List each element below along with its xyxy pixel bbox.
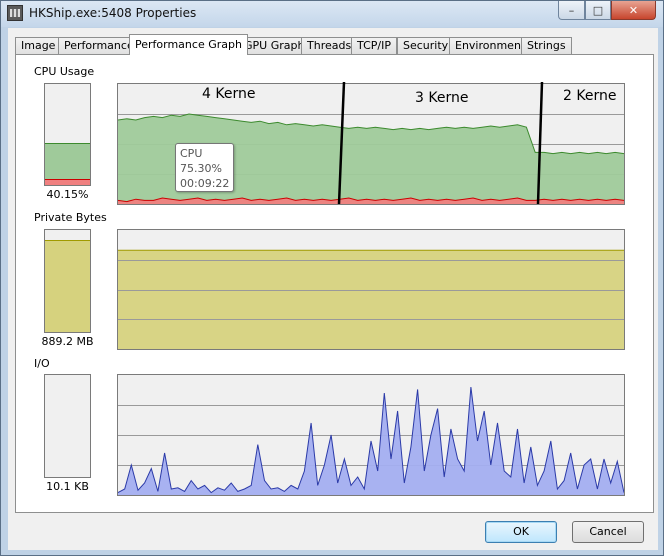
io-graph-plot [118,386,624,495]
cpu-usage-meter [44,83,91,186]
ok-button[interactable]: OK [485,521,557,543]
private-bytes-meter [44,229,91,333]
private-bytes-area [118,250,624,349]
cpu-usage-label: CPU Usage [34,65,95,78]
window-title: HKShip.exe:5408 Properties [29,6,197,20]
cpu-meter-kernel-fill [45,178,90,185]
tab-environment[interactable]: Environment [449,37,532,54]
annotation-4-cores: 4 Kerne [202,86,256,102]
app-icon [7,5,23,21]
close-button[interactable]: ✕ [611,1,656,20]
annotation-2-cores: 2 Kerne [563,88,617,104]
minimize-button[interactable]: – [558,1,585,20]
io-meter [44,374,91,478]
properties-window: HKShip.exe:5408 Properties – □ ✕ Image P… [0,0,664,556]
tab-security[interactable]: Security [397,37,455,54]
io-label: I/O [34,357,50,370]
cpu-tooltip: CPU 75.30% 00:09:22 [175,143,234,192]
private-bytes-graph-plot [118,249,624,349]
tooltip-time: 00:09:22 [180,177,230,190]
cancel-button[interactable]: Cancel [572,521,644,543]
tab-strings[interactable]: Strings [521,37,572,54]
io-graph [117,374,625,496]
tab-performance-graph[interactable]: Performance Graph [129,34,248,55]
tab-tcpip[interactable]: TCP/IP [351,37,397,54]
tab-performance[interactable]: Performance [58,37,140,54]
tab-threads[interactable]: Threads [301,37,358,54]
io-value: 10.1 KB [46,480,89,493]
private-bytes-label: Private Bytes [34,211,107,224]
private-bytes-meter-fill [45,240,90,332]
client-area: Image Performance Performance Graph GPU … [8,28,658,550]
tab-image[interactable]: Image [15,37,62,54]
cpu-usage-value: 40.15% [46,188,89,201]
tooltip-title: CPU [180,147,203,160]
tooltip-value: 75.30% [180,162,222,175]
maximize-button[interactable]: □ [585,1,611,20]
annotation-3-cores: 3 Kerne [415,90,469,106]
private-bytes-value: 889.2 MB [41,335,94,348]
tab-gpu-graph[interactable]: GPU Graph [238,37,311,54]
private-bytes-graph [117,229,625,350]
